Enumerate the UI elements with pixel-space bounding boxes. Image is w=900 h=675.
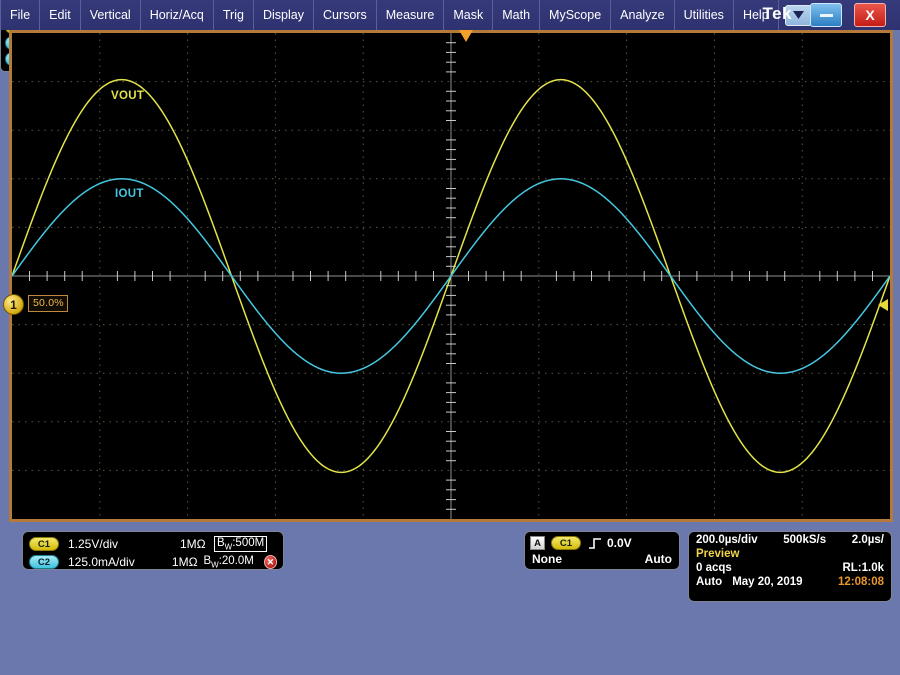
menu-item-display[interactable]: Display [254,0,314,30]
menu-item-file[interactable]: File [0,0,41,30]
menu-bar: File Edit Vertical Horiz/Acq Trig Displa… [0,0,900,30]
acq-state: Preview [696,548,740,560]
menu-item-math[interactable]: Math [493,0,541,30]
acq-resolution[interactable]: 2.0µs/ [852,534,884,546]
graticule [12,33,890,519]
minimize-button[interactable] [810,3,842,27]
trigger-level-percent-badge[interactable]: 50.0% [28,295,68,312]
trigger-type-badge[interactable]: A [530,536,545,550]
channel-impedance-c2[interactable]: 1MΩ [172,555,204,569]
bw-value-c1: :500M [232,536,265,549]
acq-count-row: 0 acqs RL:1.0k [689,560,891,574]
acq-record-length[interactable]: RL:1.0k [842,562,884,574]
channel-impedance-c1[interactable]: 1MΩ [180,537,214,551]
bw-letter-c2: B [203,554,212,567]
channel-badge-c2[interactable]: C2 [29,555,59,569]
menu-item-utilities[interactable]: Utilities [675,0,734,30]
menu-item-analyze[interactable]: Analyze [611,0,675,30]
channel-badge-c1[interactable]: C1 [29,537,59,551]
acq-timebase-row: 200.0µs/div 500kS/s 2.0µs/ [689,532,891,546]
acq-run-mode[interactable]: Auto [696,576,722,588]
menu-item-cursors[interactable]: Cursors [314,0,377,30]
waveform-display[interactable]: VOUT IOUT 50.0% 1 [3,30,893,522]
menu-item-vertical[interactable]: Vertical [81,0,141,30]
acq-time: 12:08:08 [837,576,884,588]
menu-item-edit[interactable]: Edit [40,0,81,30]
trigger-level-arrow-icon[interactable] [878,299,888,311]
channel-row-c2[interactable]: C2 125.0mA/div 1MΩ BW:20.0M ✕ [23,553,283,571]
minimize-icon [819,13,833,17]
trigger-level-value[interactable]: 0.0V [607,536,632,550]
trigger-settings-panel[interactable]: A C1 0.0V None Auto [524,531,680,570]
channel-settings-panel[interactable]: C1 1.25V/div 1MΩ BW:500M C2 125.0mA/div … [22,531,284,570]
menu-item-mask[interactable]: Mask [444,0,494,30]
bw-sub-c2: W [211,560,219,570]
graticule-svg [12,33,890,519]
brand-logo: Tek [762,4,792,23]
trigger-status-row: None Auto [525,552,679,566]
channel-scale-c1[interactable]: 1.25V/div [68,537,180,551]
trigger-source-row[interactable]: A C1 0.0V [525,532,679,551]
trigger-mode[interactable]: Auto [645,552,672,566]
acquisition-panel[interactable]: 200.0µs/div 500kS/s 2.0µs/ Preview 0 acq… [688,531,892,602]
trigger-position-marker-icon[interactable] [459,30,473,42]
menu-item-trig[interactable]: Trig [214,0,254,30]
acq-count: 0 acqs [696,562,732,574]
oscilloscope-app: File Edit Vertical Horiz/Acq Trig Displa… [0,0,900,675]
channel-row-c1[interactable]: C1 1.25V/div 1MΩ BW:500M [23,535,283,553]
channel-bandwidth-c1[interactable]: BW:500M [214,535,268,553]
menu-item-horiz-acq[interactable]: Horiz/Acq [141,0,214,30]
trigger-source-badge[interactable]: C1 [551,536,581,550]
close-button[interactable]: X [854,3,886,27]
acq-sample-rate[interactable]: 500kS/s [783,534,826,546]
acq-state-row: Preview [689,546,891,560]
bw-letter-c1: B [217,536,225,549]
circle-x-icon[interactable]: ✕ [263,555,278,569]
waveform-label-vout: VOUT [111,90,145,102]
acq-date: May 20, 2019 [732,576,803,588]
channel-bandwidth-c2[interactable]: BW:20.0M [203,555,253,569]
trigger-coupling[interactable]: None [532,552,562,566]
bw-value-c2: :20.0M [218,554,254,567]
acq-datetime-row: Auto May 20, 2019 12:08:08 [689,574,891,588]
menu-item-myscope[interactable]: MyScope [540,0,612,30]
acq-timebase[interactable]: 200.0µs/div [696,534,758,546]
menu-item-measure[interactable]: Measure [377,0,445,30]
rising-edge-icon [588,537,602,550]
channel-1-ground-marker[interactable]: 1 [3,294,24,315]
waveform-label-iout: IOUT [115,188,144,200]
channel-scale-c2[interactable]: 125.0mA/div [68,555,172,569]
